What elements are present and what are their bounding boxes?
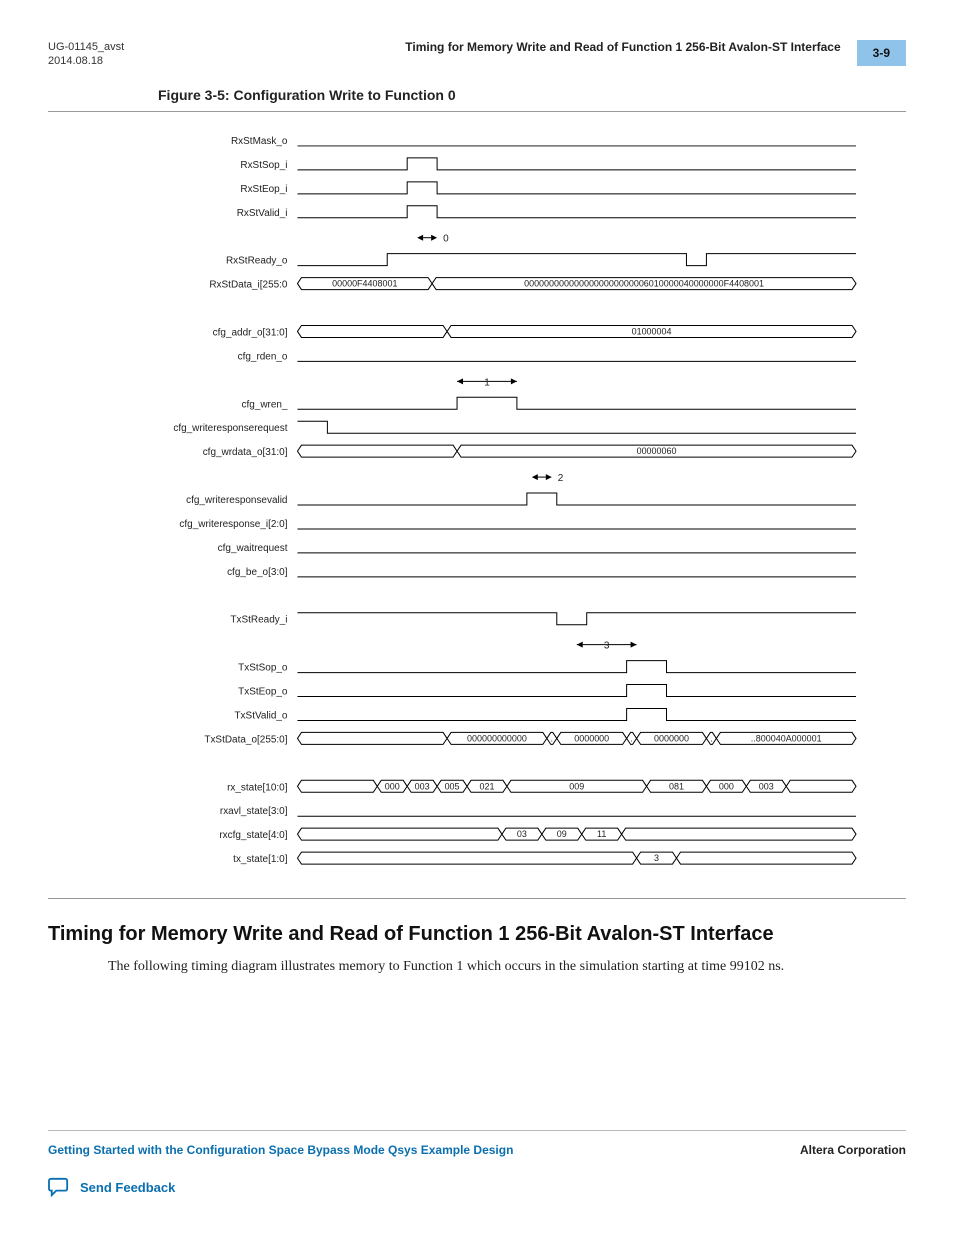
svg-text:00000F4408001: 00000F4408001 (332, 278, 397, 288)
svg-text:RxStSop_i: RxStSop_i (240, 159, 287, 170)
svg-text:..800040A000001: ..800040A000001 (751, 733, 822, 743)
svg-text:cfg_waitrequest: cfg_waitrequest (218, 542, 288, 553)
page-footer: Getting Started with the Configuration S… (48, 1130, 906, 1197)
svg-text:RxStEop_i: RxStEop_i (240, 183, 287, 194)
section-body: The following timing diagram illustrates… (108, 956, 886, 977)
svg-text:09: 09 (557, 829, 567, 839)
figure-bottom-rule (48, 898, 906, 899)
doc-date: 2014.08.18 (48, 54, 124, 68)
svg-text:RxStData_i[255:0: RxStData_i[255:0 (209, 279, 288, 290)
svg-text:cfg_rden_o: cfg_rden_o (238, 351, 288, 362)
feedback-label: Send Feedback (80, 1180, 175, 1195)
svg-text:00000060: 00000060 (637, 446, 677, 456)
svg-text:TxStData_o[255:0]: TxStData_o[255:0] (204, 734, 287, 745)
svg-text:01000004: 01000004 (632, 326, 672, 336)
svg-text:RxStValid_i: RxStValid_i (237, 207, 288, 218)
svg-text:1: 1 (484, 377, 490, 388)
svg-text:081: 081 (669, 781, 684, 791)
svg-text:TxStReady_i: TxStReady_i (230, 614, 287, 625)
svg-text:0: 0 (443, 233, 449, 244)
svg-text:cfg_wrdata_o[31:0]: cfg_wrdata_o[31:0] (203, 447, 288, 458)
svg-text:3: 3 (604, 640, 610, 651)
svg-text:TxStValid_o: TxStValid_o (234, 710, 287, 721)
svg-text:RxStReady_o: RxStReady_o (226, 255, 288, 266)
svg-text:000: 000 (719, 781, 734, 791)
svg-text:003: 003 (415, 781, 430, 791)
svg-text:TxStEop_o: TxStEop_o (238, 686, 288, 697)
svg-text:cfg_be_o[3:0]: cfg_be_o[3:0] (227, 566, 288, 577)
svg-text:.: . (551, 733, 554, 743)
section-heading: Timing for Memory Write and Read of Func… (48, 923, 906, 946)
page-number-badge: 3-9 (857, 40, 906, 66)
doc-id: UG-01145_avst (48, 40, 124, 54)
svg-text:0000000: 0000000 (654, 733, 689, 743)
svg-text:rxavl_state[3:0]: rxavl_state[3:0] (220, 806, 288, 817)
speech-bubble-icon (48, 1177, 70, 1197)
page-header: UG-01145_avst 2014.08.18 Timing for Memo… (48, 40, 906, 69)
svg-text:cfg_writeresponse_i[2:0]: cfg_writeresponse_i[2:0] (179, 519, 287, 530)
footer-rule (48, 1130, 906, 1131)
svg-text:cfg_writeresponsevalid: cfg_writeresponsevalid (186, 495, 287, 506)
footer-chapter-link[interactable]: Getting Started with the Configuration S… (48, 1143, 513, 1157)
svg-text:rx_state[10:0]: rx_state[10:0] (227, 782, 288, 793)
svg-text:.: . (630, 733, 633, 743)
svg-text:cfg_writeresponserequest: cfg_writeresponserequest (173, 423, 287, 434)
svg-text:rxcfg_state[4:0]: rxcfg_state[4:0] (219, 830, 287, 841)
svg-text:2: 2 (558, 473, 564, 484)
svg-text:tx_state[1:0]: tx_state[1:0] (233, 854, 288, 865)
svg-text:009: 009 (569, 781, 584, 791)
svg-text:11: 11 (597, 829, 606, 839)
svg-text:03: 03 (517, 829, 527, 839)
svg-text:000: 000 (385, 781, 400, 791)
svg-text:000000000000000000000000601000: 0000000000000000000000006010000040000000… (524, 278, 764, 288)
svg-text:005: 005 (445, 781, 460, 791)
header-doc-meta: UG-01145_avst 2014.08.18 (48, 40, 124, 69)
svg-text:021: 021 (479, 781, 494, 791)
svg-text:TxStSop_o: TxStSop_o (238, 662, 288, 673)
timing-diagram: RxStMask_o RxStSop_i RxStEop_i RxStValid_i R… (48, 112, 906, 890)
footer-corporation: Altera Corporation (800, 1143, 906, 1157)
svg-text:000000000000: 000000000000 (467, 733, 527, 743)
svg-text:003: 003 (759, 781, 774, 791)
svg-text:0000000: 0000000 (574, 733, 609, 743)
svg-text:cfg_wren_: cfg_wren_ (241, 399, 287, 410)
svg-text:RxStMask_o: RxStMask_o (231, 136, 288, 147)
header-right: Timing for Memory Write and Read of Func… (405, 40, 906, 66)
feedback-link[interactable]: Send Feedback (48, 1177, 906, 1197)
svg-text:3: 3 (654, 853, 659, 863)
svg-text:cfg_addr_o[31:0]: cfg_addr_o[31:0] (213, 327, 288, 338)
figure-caption: Figure 3-5: Configuration Write to Funct… (158, 87, 906, 103)
svg-text:.: . (710, 733, 713, 743)
running-title: Timing for Memory Write and Read of Func… (405, 40, 840, 54)
